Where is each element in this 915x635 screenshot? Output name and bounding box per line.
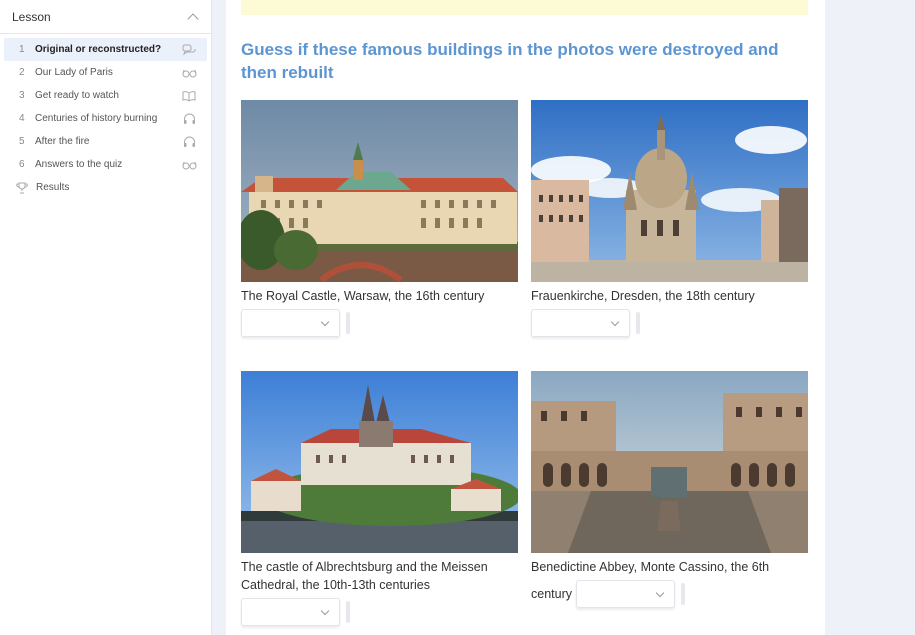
- headphones-icon: [181, 112, 197, 126]
- answer-select-row: [241, 598, 518, 626]
- nav-item-number: 5: [19, 136, 25, 147]
- nav-item-label: Results: [36, 182, 70, 193]
- chevron-up-icon[interactable]: [187, 12, 199, 25]
- chat-bubbles-icon: [181, 43, 197, 57]
- card-caption: The castle of Albrechtsburg and the Meis…: [241, 560, 488, 592]
- lesson-nav: 1 Original or reconstructed? 2 Our Lady …: [0, 34, 211, 199]
- nav-item-centuries-of-history-burning[interactable]: 4 Centuries of history burning: [4, 107, 207, 130]
- select-divider: [681, 583, 685, 605]
- nav-item-label: Centuries of history burning: [35, 113, 158, 124]
- chevron-down-icon: [610, 317, 620, 326]
- trophy-icon: [16, 182, 32, 194]
- answer-select-row: [241, 309, 518, 337]
- nav-item-get-ready-to-watch[interactable]: 3 Get ready to watch: [4, 84, 207, 107]
- nav-item-label: Get ready to watch: [35, 90, 119, 101]
- nav-item-label: Original or reconstructed?: [35, 44, 162, 55]
- nav-item-label: Our Lady of Paris: [35, 67, 113, 78]
- nav-item-our-lady-of-paris[interactable]: 2 Our Lady of Paris: [4, 61, 207, 84]
- albrechtsburg-photo: [241, 371, 518, 553]
- card-caption-line1: Benedictine Abbey, Monte Cassino, the 6t…: [531, 560, 770, 574]
- nav-item-original-or-reconstructed[interactable]: 1 Original or reconstructed?: [4, 38, 207, 61]
- answer-select-row: [531, 309, 808, 337]
- nav-item-answers-to-the-quiz[interactable]: 6 Answers to the quiz: [4, 153, 207, 176]
- nav-item-number: 2: [19, 67, 25, 78]
- nav-item-number: 4: [19, 113, 25, 124]
- card-caption: Frauenkirche, Dresden, the 18th century: [531, 289, 755, 303]
- info-banner: [241, 0, 808, 15]
- royal-castle-photo: [241, 100, 518, 282]
- answer-dropdown[interactable]: [241, 598, 340, 626]
- nav-item-results[interactable]: Results: [4, 176, 207, 199]
- book-icon: [181, 89, 197, 103]
- building-card-frauenkirche: Frauenkirche, Dresden, the 18th century: [531, 100, 808, 337]
- nav-item-number: 6: [19, 159, 25, 170]
- answer-dropdown[interactable]: [531, 309, 630, 337]
- card-caption: Benedictine Abbey, Monte Cassino, the 6t…: [531, 558, 808, 576]
- building-card-monte-cassino: Benedictine Abbey, Monte Cassino, the 6t…: [531, 371, 808, 608]
- glasses-icon: [181, 158, 197, 172]
- monte-cassino-photo: [531, 371, 808, 553]
- answer-select-row: century: [531, 580, 808, 608]
- sidebar-header[interactable]: Lesson: [0, 0, 211, 34]
- frauenkirche-photo: [531, 100, 808, 282]
- card-caption: The Royal Castle, Warsaw, the 16th centu…: [241, 289, 485, 303]
- chevron-down-icon: [655, 588, 665, 597]
- lesson-content: Guess if these famous buildings in the p…: [226, 0, 825, 635]
- nav-item-number: 3: [19, 90, 25, 101]
- question-title: Guess if these famous buildings in the p…: [241, 40, 779, 82]
- glasses-icon: [181, 66, 197, 80]
- chevron-down-icon: [320, 317, 330, 326]
- sidebar-title: Lesson: [12, 9, 51, 24]
- nav-item-after-the-fire[interactable]: 5 After the fire: [4, 130, 207, 153]
- select-divider: [346, 312, 350, 334]
- headphones-icon: [181, 135, 197, 149]
- select-divider: [636, 312, 640, 334]
- nav-item-label: After the fire: [35, 136, 90, 147]
- select-divider: [346, 601, 350, 623]
- card-caption-line2: century: [531, 587, 572, 601]
- lesson-sidebar: Lesson 1 Original or reconstructed? 2 Ou…: [0, 0, 212, 635]
- answer-dropdown[interactable]: [576, 580, 675, 608]
- nav-item-label: Answers to the quiz: [35, 159, 123, 170]
- building-card-albrechtsburg: The castle of Albrechtsburg and the Meis…: [241, 371, 518, 626]
- building-card-royal-castle: The Royal Castle, Warsaw, the 16th centu…: [241, 100, 518, 337]
- nav-item-number: 1: [19, 44, 25, 55]
- chevron-down-icon: [320, 606, 330, 615]
- answer-dropdown[interactable]: [241, 309, 340, 337]
